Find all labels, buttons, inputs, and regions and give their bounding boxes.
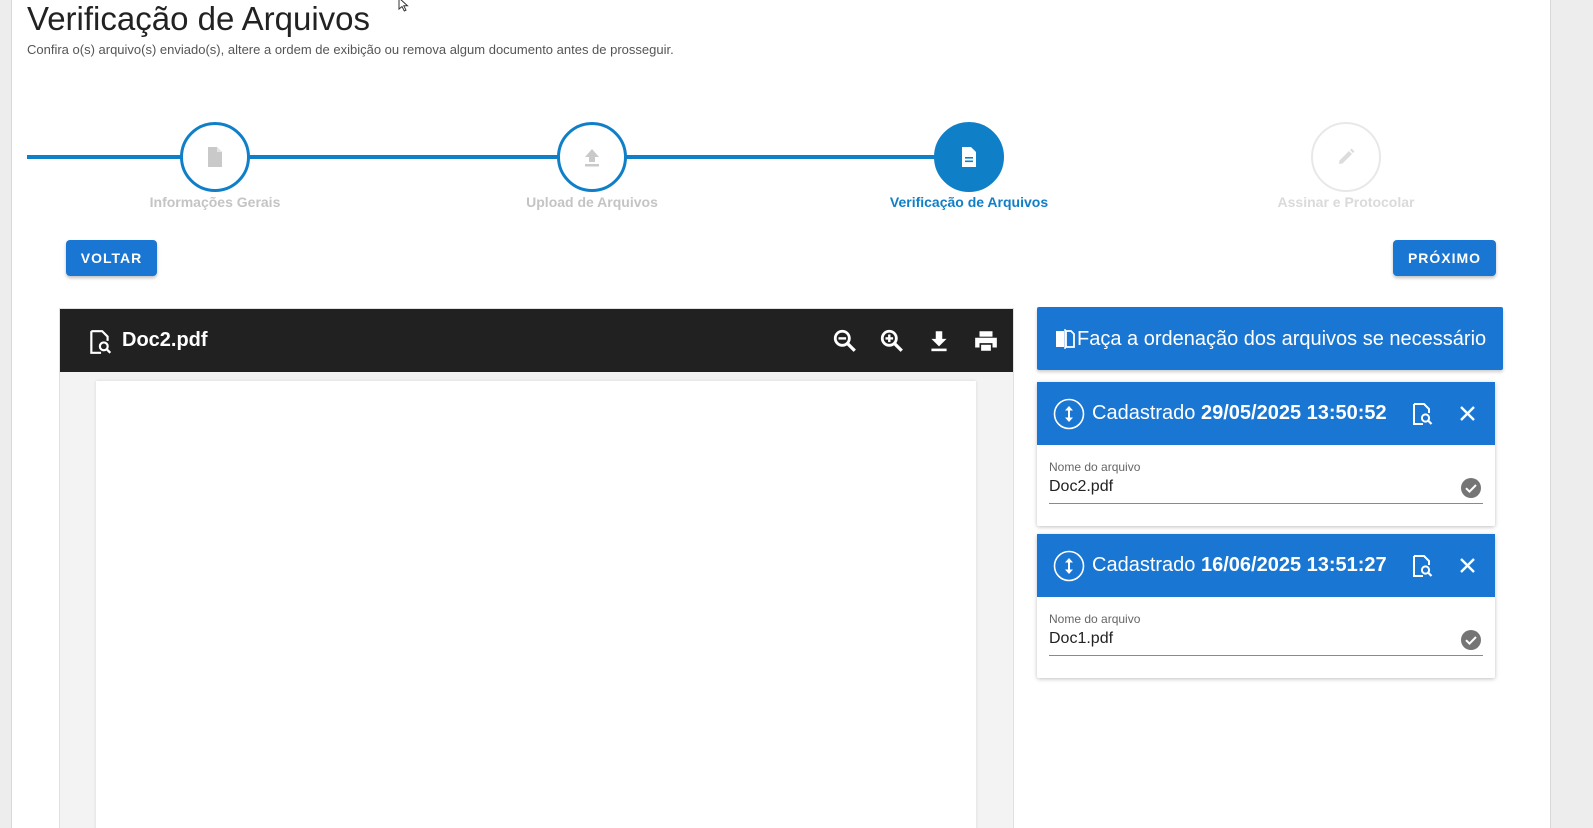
step-verificacao-de-arquivos[interactable] bbox=[934, 122, 1004, 192]
file-date: 29/05/2025 13:50:52 bbox=[1200, 402, 1387, 424]
file-card[interactable]: Cadastrado 29/05/2025 13:50:52 Nome do a… bbox=[1037, 382, 1495, 526]
field-underline bbox=[1049, 503, 1483, 504]
step-upload-de-arquivos[interactable] bbox=[557, 122, 627, 192]
zoom-in-icon[interactable] bbox=[879, 328, 905, 354]
pdf-viewer: Doc2.pdf bbox=[59, 308, 1014, 828]
stepper-line bbox=[626, 155, 936, 159]
upload-icon bbox=[585, 149, 599, 167]
check-circle-icon bbox=[1461, 630, 1481, 650]
file-search-icon bbox=[90, 330, 112, 354]
viewer-filename: Doc2.pdf bbox=[122, 329, 208, 351]
viewer-toolbar: Doc2.pdf bbox=[60, 309, 1013, 372]
file-date: 16/06/2025 13:51:27 bbox=[1200, 554, 1387, 576]
step-label: Upload de Arquivos bbox=[526, 194, 658, 210]
close-icon[interactable] bbox=[1459, 405, 1476, 422]
reorder-icon[interactable] bbox=[1053, 398, 1085, 430]
file-registered-text: Cadastrado 29/05/2025 13:50:52 bbox=[1092, 402, 1387, 424]
file-card-header: Cadastrado 29/05/2025 13:50:52 bbox=[1037, 382, 1495, 445]
file-name-label: Nome do arquivo bbox=[1049, 460, 1141, 474]
ordering-header: Faça a ordenação dos arquivos se necessá… bbox=[1037, 307, 1503, 370]
file-name-field[interactable]: Doc2.pdf bbox=[1049, 478, 1113, 496]
file-card[interactable]: Cadastrado 16/06/2025 13:51:27 Nome do a… bbox=[1037, 534, 1495, 678]
file-search-icon[interactable] bbox=[1410, 402, 1434, 426]
print-icon[interactable] bbox=[973, 328, 999, 354]
reorder-icon[interactable] bbox=[1053, 550, 1085, 582]
pdf-page bbox=[96, 381, 976, 828]
document-icon bbox=[962, 147, 976, 167]
download-icon[interactable] bbox=[926, 328, 952, 354]
step-label: Informações Gerais bbox=[149, 194, 281, 210]
file-name-label: Nome do arquivo bbox=[1049, 612, 1141, 626]
mouse-cursor-icon bbox=[398, 0, 409, 12]
file-registered-text: Cadastrado 16/06/2025 13:51:27 bbox=[1092, 554, 1387, 576]
step-label: Assinar e Protocolar bbox=[1277, 194, 1415, 210]
page-title: Verificação de Arquivos bbox=[27, 0, 371, 37]
check-circle-icon bbox=[1461, 478, 1481, 498]
file-search-icon[interactable] bbox=[1410, 554, 1434, 578]
file-card-header: Cadastrado 16/06/2025 13:51:27 bbox=[1037, 534, 1495, 597]
compare-icon bbox=[1056, 329, 1075, 349]
file-name-field[interactable]: Doc1.pdf bbox=[1049, 630, 1113, 648]
step-informacoes-gerais[interactable] bbox=[180, 122, 250, 192]
pencil-icon bbox=[1339, 148, 1355, 164]
back-button[interactable]: VOLTAR bbox=[66, 240, 157, 276]
file-icon bbox=[208, 147, 222, 167]
stepper-line bbox=[249, 155, 559, 159]
stepper-line bbox=[27, 155, 182, 159]
page-subtitle: Confira o(s) arquivo(s) enviado(s), alte… bbox=[27, 42, 674, 57]
step-assinar-e-protocolar[interactable] bbox=[1311, 122, 1381, 192]
close-icon[interactable] bbox=[1459, 557, 1476, 574]
zoom-out-icon[interactable] bbox=[832, 328, 858, 354]
step-label: Verificação de Arquivos bbox=[889, 194, 1049, 210]
ordering-title: Faça a ordenação dos arquivos se necessá… bbox=[1077, 328, 1487, 350]
next-button[interactable]: PRÓXIMO bbox=[1393, 240, 1496, 276]
field-underline bbox=[1049, 655, 1483, 656]
